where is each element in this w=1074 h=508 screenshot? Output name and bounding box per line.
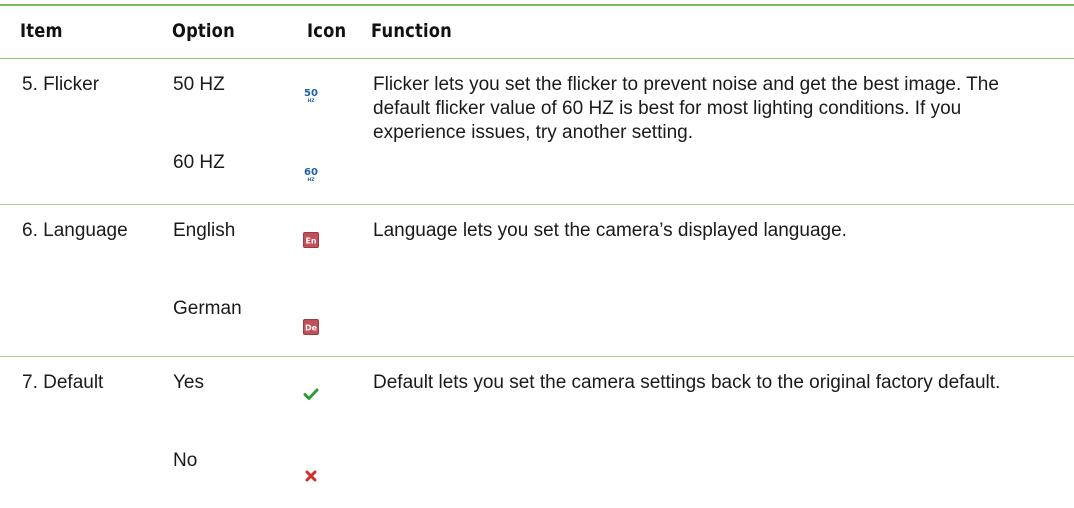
option-label: Yes xyxy=(173,372,204,393)
svg-text:De: De xyxy=(305,324,318,333)
flicker-60hz-icon: 60 HZ xyxy=(302,165,320,183)
item-label: 7. Default xyxy=(22,372,104,393)
svg-text:50: 50 xyxy=(304,88,318,99)
svg-text:HZ: HZ xyxy=(307,177,315,183)
function-description: Language lets you set the camera’s displ… xyxy=(373,220,847,241)
flicker-50hz-icon: 50 HZ xyxy=(302,86,320,104)
function-description: Flicker lets you set the flicker to prev… xyxy=(373,74,999,143)
header-option: Option xyxy=(172,20,235,42)
header-item: Item xyxy=(20,20,63,42)
option-label: English xyxy=(173,220,236,241)
svg-text:60: 60 xyxy=(304,167,318,178)
svg-text:En: En xyxy=(305,237,316,246)
german-language-icon: De xyxy=(302,318,320,336)
item-label: 6. Language xyxy=(22,220,128,241)
header-function: Function xyxy=(371,20,452,42)
table-row-language: 6. Language English German En De Languag… xyxy=(0,205,1074,353)
option-label: 50 HZ xyxy=(173,74,225,95)
settings-table: Item Option Icon Function 5. Flicker 50 … xyxy=(0,0,1074,508)
svg-text:HZ: HZ xyxy=(307,98,315,104)
option-label: No xyxy=(173,450,198,471)
function-description: Default lets you set the camera settings… xyxy=(373,372,1001,393)
option-label: German xyxy=(173,298,242,319)
table-row-flicker: 5. Flicker 50 HZ 60 HZ 50 HZ 60 HZ Flick… xyxy=(0,59,1074,200)
english-language-icon: En xyxy=(302,231,320,249)
option-label: 60 HZ xyxy=(173,152,225,173)
item-label: 5. Flicker xyxy=(22,74,100,95)
cross-icon xyxy=(302,467,320,485)
table-row-default: 7. Default Yes No Default lets you set t… xyxy=(0,357,1074,508)
header-icon: Icon xyxy=(307,20,347,42)
table-header: Item Option Icon Function xyxy=(0,6,1074,58)
checkmark-icon xyxy=(302,385,320,403)
